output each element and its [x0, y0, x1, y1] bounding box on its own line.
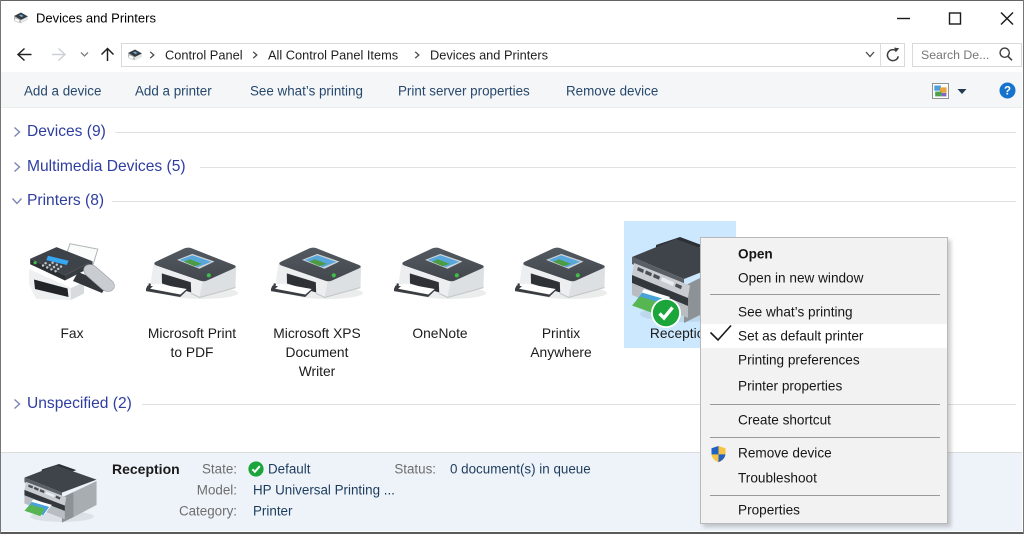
svg-text:?: ?: [1004, 86, 1011, 98]
